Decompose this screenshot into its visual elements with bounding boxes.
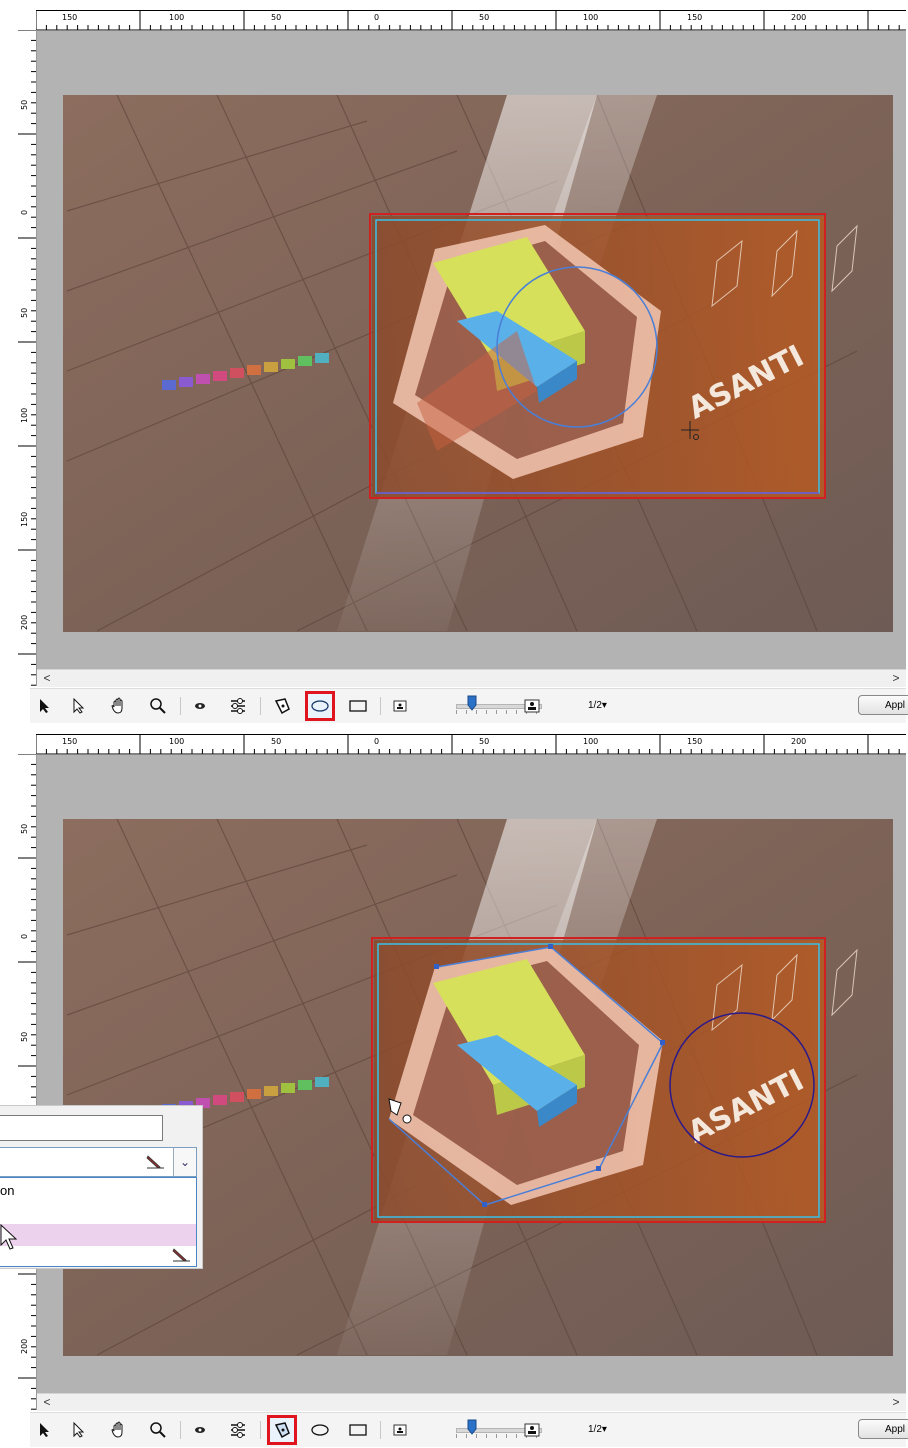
- pen-tool-icon[interactable]: [270, 694, 294, 718]
- adjust-settings-icon[interactable]: [226, 694, 250, 718]
- ruler-label: 0: [20, 934, 29, 939]
- horizontal-ruler: 150 100 50 0 50 100 150 200: [36, 734, 906, 756]
- vertical-ruler: 50 0 50 100 150 200: [18, 754, 37, 1410]
- ruler-label: 100: [169, 737, 184, 746]
- ruler-label: 150: [62, 737, 77, 746]
- zoom-tool-icon[interactable]: [146, 1418, 170, 1442]
- ruler-label: 50: [20, 308, 29, 318]
- ruler-label: 50: [20, 824, 29, 834]
- preview-eye-icon[interactable]: [188, 694, 212, 718]
- list-item[interactable]: [0, 1202, 196, 1224]
- hand-tool-icon[interactable]: [107, 1418, 131, 1442]
- ruler-label: 200: [791, 737, 806, 746]
- stroke-style-list: on: [0, 1177, 197, 1267]
- rectangle-tool-icon[interactable]: [346, 1418, 370, 1442]
- horizontal-scrollbar[interactable]: < >: [37, 669, 906, 687]
- list-item[interactable]: on: [0, 1180, 196, 1202]
- preview-eye-icon[interactable]: [188, 1418, 212, 1442]
- zoom-level-dropdown[interactable]: 1/2▾: [588, 700, 607, 711]
- chevron-down-icon[interactable]: ⌄: [173, 1148, 196, 1176]
- zoom-level-dropdown[interactable]: 1/2▾: [588, 1424, 607, 1435]
- apply-button[interactable]: Appl: [858, 695, 908, 715]
- ruler-label: 150: [62, 13, 77, 22]
- ruler-label: 100: [583, 13, 598, 22]
- rectangle-tool-icon[interactable]: [346, 694, 370, 718]
- direct-selection-tool-icon[interactable]: [66, 694, 90, 718]
- scroll-left-arrow[interactable]: <: [39, 1394, 55, 1411]
- tool-bar: 1/2▾ Appl: [30, 688, 908, 723]
- editor-panel-pen: 150 100 50 0 50 100 150 200 50 0 50 100 …: [0, 724, 908, 1448]
- editor-panel-ellipse: 150 100 50 0 50 100 150 200 50 0 50 100 …: [0, 0, 908, 724]
- ellipse-tool-icon[interactable]: [308, 1418, 332, 1442]
- ruler-label: 0: [374, 13, 379, 22]
- zoom-in-icon[interactable]: [520, 1418, 544, 1442]
- zoom-tool-icon[interactable]: [146, 694, 170, 718]
- ruler-label: 150: [20, 512, 29, 527]
- scroll-right-arrow[interactable]: >: [888, 1394, 904, 1411]
- ruler-label: 50: [479, 13, 489, 22]
- zoom-out-icon[interactable]: [388, 1418, 412, 1442]
- zoom-slider-thumb[interactable]: [467, 695, 477, 711]
- stroke-options-popup: ⌄ on: [0, 1105, 203, 1269]
- ruler-label: 0: [374, 737, 379, 746]
- tool-bar: 1/2▾ Appl: [30, 1412, 908, 1447]
- artboard-canvas[interactable]: ASANTI: [37, 755, 906, 1393]
- horizontal-scrollbar[interactable]: < >: [37, 1393, 906, 1411]
- ruler-label: 200: [791, 13, 806, 22]
- ruler-label: 50: [20, 1032, 29, 1042]
- stroke-style-select[interactable]: ⌄: [0, 1147, 197, 1177]
- vertical-ruler: 50 0 50 100 150 200: [18, 30, 37, 686]
- scroll-left-arrow[interactable]: <: [39, 670, 55, 687]
- horizontal-ruler: 150 100 50 0 50 100 150 200: [36, 10, 906, 32]
- direct-selection-tool-icon[interactable]: [66, 1418, 90, 1442]
- ruler-label: 0: [20, 210, 29, 215]
- ruler-label: 50: [271, 737, 281, 746]
- pen-tool-icon[interactable]: [267, 1415, 297, 1445]
- scroll-right-arrow[interactable]: >: [888, 670, 904, 687]
- ruler-label: 100: [20, 408, 29, 423]
- ruler-label: 50: [271, 13, 281, 22]
- adjust-settings-icon[interactable]: [226, 1418, 250, 1442]
- name-text-field[interactable]: [0, 1115, 163, 1141]
- ellipse-tool-icon[interactable]: [305, 691, 335, 721]
- selection-tool-icon[interactable]: [32, 694, 56, 718]
- ruler-label: 50: [479, 737, 489, 746]
- zoom-out-icon[interactable]: [388, 694, 412, 718]
- apply-button[interactable]: Appl: [858, 1419, 908, 1439]
- ruler-label: 150: [687, 13, 702, 22]
- ruler-label: 150: [687, 737, 702, 746]
- mouse-pointer-icon: [0, 1224, 18, 1250]
- brush-icon: [172, 1248, 190, 1262]
- list-item-selected[interactable]: [0, 1224, 196, 1246]
- zoom-slider-thumb[interactable]: [467, 1419, 477, 1435]
- selection-tool-icon[interactable]: [32, 1418, 56, 1442]
- brush-icon: [146, 1155, 164, 1169]
- hand-tool-icon[interactable]: [107, 694, 131, 718]
- zoom-in-icon[interactable]: [520, 694, 544, 718]
- ruler-label: 100: [583, 737, 598, 746]
- ruler-label: 50: [20, 100, 29, 110]
- artboard-canvas[interactable]: ASANTI: [37, 31, 906, 669]
- ruler-label: 100: [169, 13, 184, 22]
- ruler-label: 200: [20, 1339, 29, 1354]
- ruler-label: 200: [20, 615, 29, 630]
